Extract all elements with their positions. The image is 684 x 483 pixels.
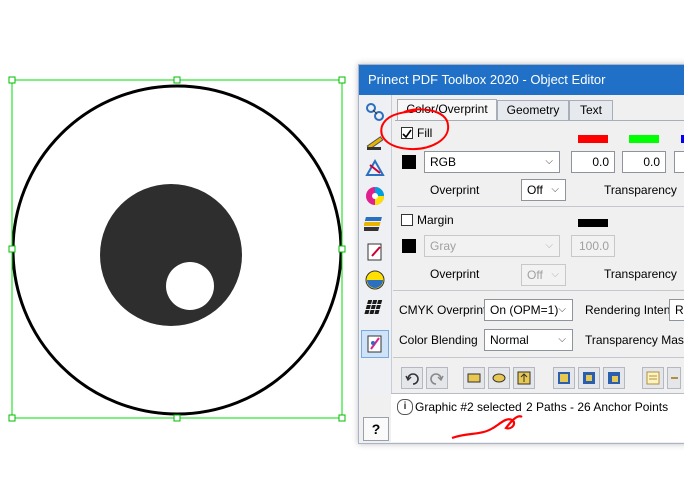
fill-color-swatch[interactable] (402, 155, 416, 169)
object-editor-icon[interactable] (361, 330, 389, 358)
cmyk-overprint-value: On (OPM=1) (490, 303, 559, 317)
rendering-intent-value: R (675, 303, 684, 317)
window-title[interactable]: Prinect PDF Toolbox 2020 - Object Editor (359, 65, 684, 95)
anchor-point-tool-icon[interactable] (513, 367, 535, 389)
redo-icon[interactable] (426, 367, 448, 389)
object-editor-window: Prinect PDF Toolbox 2020 - Object Editor (358, 64, 684, 444)
chevron-down-icon: ⌵ (545, 156, 553, 167)
ellipse-tool-icon[interactable] (488, 367, 510, 389)
handle-top-left[interactable] (8, 76, 16, 84)
chevron-down-icon: ⌵ (551, 184, 559, 195)
tab-divider (395, 120, 684, 121)
chevron-down-icon: ⌵ (545, 240, 553, 251)
help-button[interactable]: ? (363, 417, 389, 441)
info-icon: i (397, 399, 413, 415)
rendering-intent-label: Rendering Intent (585, 303, 674, 317)
handle-top-right[interactable] (338, 76, 346, 84)
handle-top-middle[interactable] (173, 76, 181, 84)
section-divider (393, 290, 684, 291)
chevron-down-icon: ⌵ (558, 334, 566, 345)
cmyk-overprint-dropdown[interactable]: On (OPM=1) ⌵ (484, 299, 573, 321)
cmyk-overprint-label: CMYK Overprint (399, 303, 487, 317)
margin-transparency-label: Transparency (604, 267, 677, 281)
more-options-icon[interactable] (667, 367, 681, 389)
margin-overprint-label: Overprint (430, 267, 480, 281)
color-blending-dropdown[interactable]: Normal ⌵ (484, 329, 573, 351)
margin-overprint-value: Off (527, 268, 543, 282)
fill-green-value[interactable]: 0.0 (622, 151, 666, 173)
fill-transparency-label: Transparency (604, 183, 677, 197)
handle-bottom-middle[interactable] (173, 414, 181, 422)
chevron-down-icon: ⌵ (551, 269, 559, 280)
fill-blue-value[interactable] (674, 151, 684, 173)
align-left-icon[interactable] (553, 367, 575, 389)
align-right-icon[interactable] (603, 367, 625, 389)
fill-overprint-value: Off (527, 183, 543, 197)
list-view-icon[interactable] (642, 367, 664, 389)
transparency-masking-label: Transparency Maski (585, 333, 684, 347)
object-select-tool-icon[interactable] (362, 99, 388, 125)
color-blending-label: Color Blending (399, 333, 478, 347)
fill-overprint-dropdown[interactable]: Off ⌵ (521, 179, 566, 201)
fill-color-space-value: RGB (430, 155, 457, 169)
pencil-tool-icon[interactable] (362, 127, 388, 153)
color-blending-value: Normal (490, 333, 529, 347)
margin-checkbox[interactable] (401, 214, 413, 226)
undo-icon[interactable] (401, 367, 423, 389)
toolbar-divider (393, 357, 684, 358)
grid-tool-icon[interactable] (362, 295, 388, 321)
fill-red-value[interactable]: 0.0 (571, 151, 615, 173)
layers-icon[interactable] (362, 211, 388, 237)
fill-label: Fill (417, 126, 433, 140)
tab-text[interactable]: Text (569, 100, 613, 120)
transform-tool-icon[interactable] (362, 155, 388, 181)
tab-color-overprint[interactable]: Color/Overprint (397, 99, 497, 121)
pupil-shape[interactable] (100, 184, 242, 326)
margin-gray-value[interactable]: 100.0 (571, 235, 615, 257)
selection-status: Graphic #2 selected (415, 400, 522, 414)
red-channel-bar (578, 135, 608, 143)
color-wheel-icon[interactable] (362, 183, 388, 209)
tool-sidebar (359, 95, 392, 395)
rectangle-tool-icon[interactable] (463, 367, 485, 389)
rendering-intent-dropdown[interactable]: R (669, 299, 684, 321)
margin-overprint-dropdown[interactable]: Off ⌵ (521, 264, 566, 286)
selection-details: 2 Paths - 26 Anchor Points (526, 400, 669, 414)
status-bar: i Graphic #2 selected 2 Paths - 26 Ancho… (391, 393, 684, 442)
gray-channel-bar (578, 219, 608, 227)
margin-color-swatch[interactable] (402, 239, 416, 253)
handle-bottom-left[interactable] (8, 414, 16, 422)
fill-color-space-dropdown[interactable]: RGB ⌵ (424, 151, 560, 173)
handle-bottom-right[interactable] (338, 414, 346, 422)
highlight-shape[interactable] (166, 262, 214, 310)
green-channel-bar (629, 135, 659, 143)
margin-label: Margin (417, 213, 454, 227)
handle-middle-left[interactable] (8, 245, 16, 253)
align-center-icon[interactable] (578, 367, 600, 389)
edit-page-icon[interactable] (362, 239, 388, 265)
fill-checkbox[interactable] (401, 127, 413, 139)
chevron-down-icon: ⌵ (558, 304, 566, 315)
handle-middle-right[interactable] (338, 245, 346, 253)
fill-overprint-label: Overprint (430, 183, 480, 197)
margin-color-space-value: Gray (430, 239, 457, 253)
fill-margin-divider (397, 206, 684, 207)
margin-color-space-dropdown[interactable]: Gray ⌵ (424, 235, 560, 257)
tab-geometry[interactable]: Geometry (497, 100, 569, 120)
color-circle-icon[interactable] (362, 267, 388, 293)
